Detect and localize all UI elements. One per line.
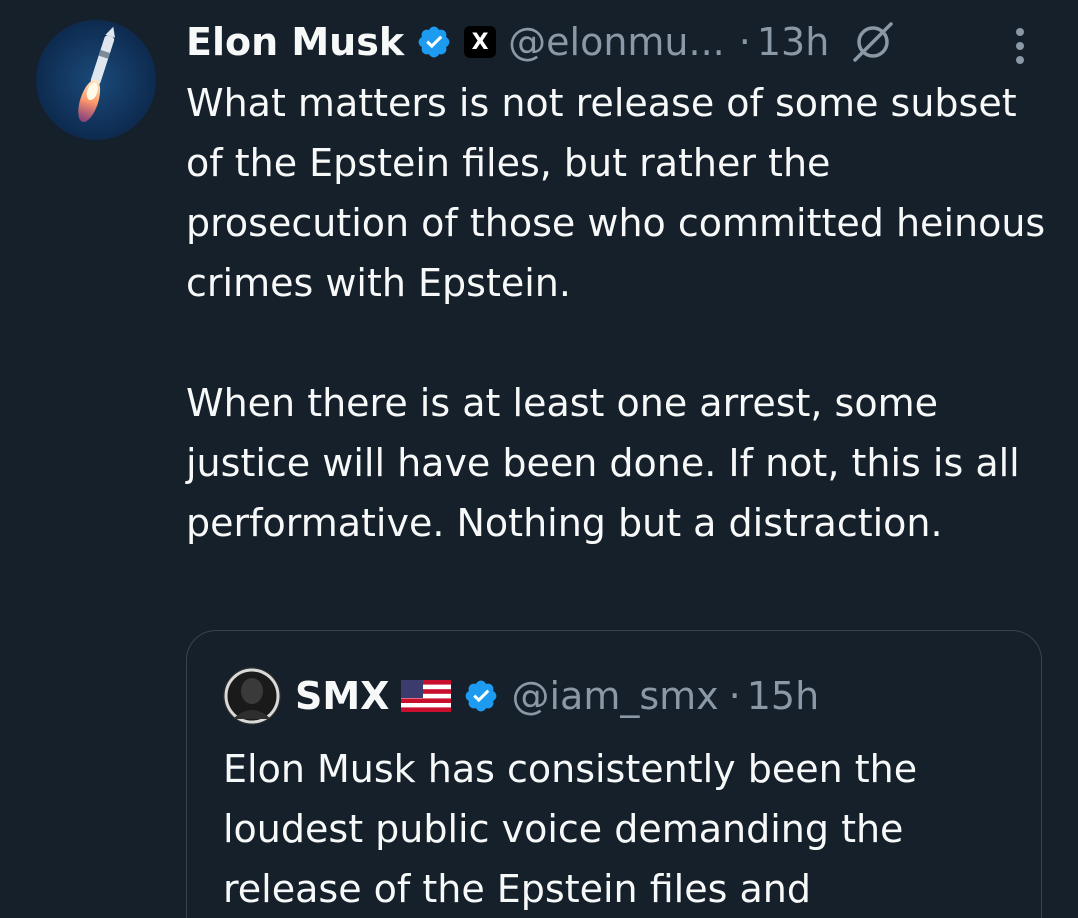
meta-separator: · xyxy=(728,674,741,718)
author-avatar[interactable] xyxy=(36,20,156,140)
tweet-paragraph: When there is at least one arrest, some … xyxy=(186,381,1020,545)
verified-badge-icon[interactable] xyxy=(416,24,452,60)
quoted-author-handle[interactable]: @iam_smx xyxy=(511,674,718,718)
us-flag-icon xyxy=(401,680,452,712)
more-options-icon[interactable] xyxy=(1002,24,1038,68)
quoted-tweet[interactable]: SMX @iam_smx · 15h Elon Musk has consist… xyxy=(186,630,1042,918)
grok-icon[interactable] xyxy=(851,20,895,64)
tweet-card[interactable]: Elon Musk X @elonmu... · 13h What matter… xyxy=(0,0,1078,918)
quoted-tweet-header: SMX @iam_smx · 15h xyxy=(223,665,819,727)
quoted-author-name[interactable]: SMX xyxy=(295,674,389,718)
quoted-tweet-timestamp[interactable]: 15h xyxy=(747,674,819,718)
meta-separator: · xyxy=(738,20,751,64)
tweet-paragraph: What matters is not release of some subs… xyxy=(186,81,1046,305)
author-handle[interactable]: @elonmu... xyxy=(508,20,725,64)
verified-badge-icon[interactable] xyxy=(463,678,499,714)
quoted-tweet-text: Elon Musk has consistently been the loud… xyxy=(223,747,918,911)
tweet-text: What matters is not release of some subs… xyxy=(186,73,1046,553)
quoted-author-avatar[interactable] xyxy=(223,667,281,725)
x-affiliation-icon[interactable]: X xyxy=(464,26,497,58)
tweet-timestamp[interactable]: 13h xyxy=(757,20,829,64)
author-name[interactable]: Elon Musk xyxy=(186,20,404,64)
tweet-header: Elon Musk X @elonmu... · 13h xyxy=(186,10,1058,74)
